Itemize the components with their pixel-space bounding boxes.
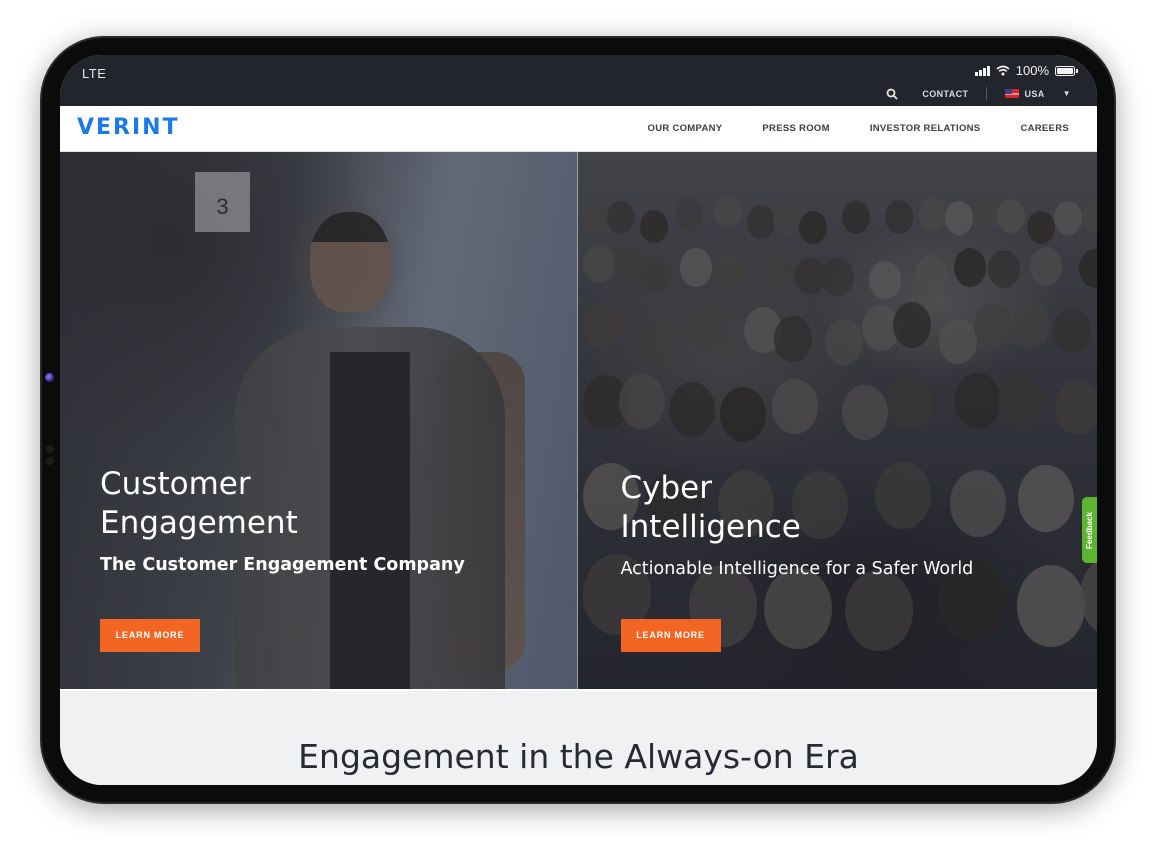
verint-logo[interactable]: VERINT [77, 115, 180, 140]
battery-percent: 100% [1015, 63, 1049, 78]
photo-overlay [577, 152, 1097, 689]
photo-overlay [60, 152, 577, 689]
sensor-dot [46, 445, 54, 453]
section-title: Engagement in the Always-on Era [298, 737, 859, 776]
battery-icon [1055, 65, 1078, 76]
wifi-icon [996, 65, 1010, 76]
nav-links: OUR COMPANY PRESS ROOM INVESTOR RELATION… [648, 123, 1070, 134]
carrier-label: LTE [82, 66, 107, 81]
region-selector[interactable]: USA [1024, 89, 1044, 99]
nav-link-investor-relations[interactable]: INVESTOR RELATIONS [870, 123, 981, 134]
chevron-down-icon[interactable]: ▼ [1063, 89, 1071, 98]
main-nav: VERINT OUR COMPANY PRESS ROOM INVESTOR R… [60, 106, 1097, 152]
screen: LTE 100% CONTACT USA ▼ VERINT OUR COMPAN… [60, 55, 1097, 785]
engagement-section: Engagement in the Always-on Era [60, 689, 1097, 785]
hero-title-line1: Customer [100, 466, 251, 502]
learn-more-button-customer-engagement[interactable]: LEARN MORE [100, 619, 200, 652]
status-bar: LTE 100% CONTACT USA ▼ [60, 55, 1097, 106]
front-camera-icon [45, 373, 54, 382]
feedback-label: Feedback [1085, 511, 1094, 549]
nav-link-careers[interactable]: CAREERS [1020, 123, 1069, 134]
sensor-dot [46, 457, 54, 465]
hero-panel-customer-engagement: 3 Customer Engagement The Customer Engag… [60, 152, 577, 689]
contact-link[interactable]: CONTACT [922, 89, 968, 99]
hero-subtitle: Actionable Intelligence for a Safer Worl… [620, 559, 974, 579]
feedback-tab[interactable]: Feedback [1082, 497, 1097, 563]
status-indicators: 100% [975, 63, 1078, 78]
hero: 3 Customer Engagement The Customer Engag… [60, 152, 1097, 689]
hero-title-line2: Engagement [100, 505, 298, 541]
us-flag-icon [1005, 89, 1020, 98]
search-icon[interactable] [886, 88, 898, 100]
divider [986, 87, 988, 100]
hero-title-line2: Intelligence [620, 509, 801, 545]
nav-link-press-room[interactable]: PRESS ROOM [762, 123, 829, 134]
hero-subtitle: The Customer Engagement Company [100, 555, 465, 575]
hero-panel-cyber-intelligence: Cyber Intelligence Actionable Intelligen… [577, 152, 1097, 689]
nav-link-our-company[interactable]: OUR COMPANY [648, 123, 723, 134]
hero-text-left: Customer Engagement The Customer Engagem… [100, 465, 465, 575]
signal-icon [975, 65, 990, 76]
hero-text-right: Cyber Intelligence Actionable Intelligen… [621, 469, 974, 579]
learn-more-button-cyber-intelligence[interactable]: LEARN MORE [620, 619, 721, 652]
hero-title-line1: Cyber [620, 470, 713, 506]
utility-bar: CONTACT USA ▼ [886, 87, 1071, 100]
